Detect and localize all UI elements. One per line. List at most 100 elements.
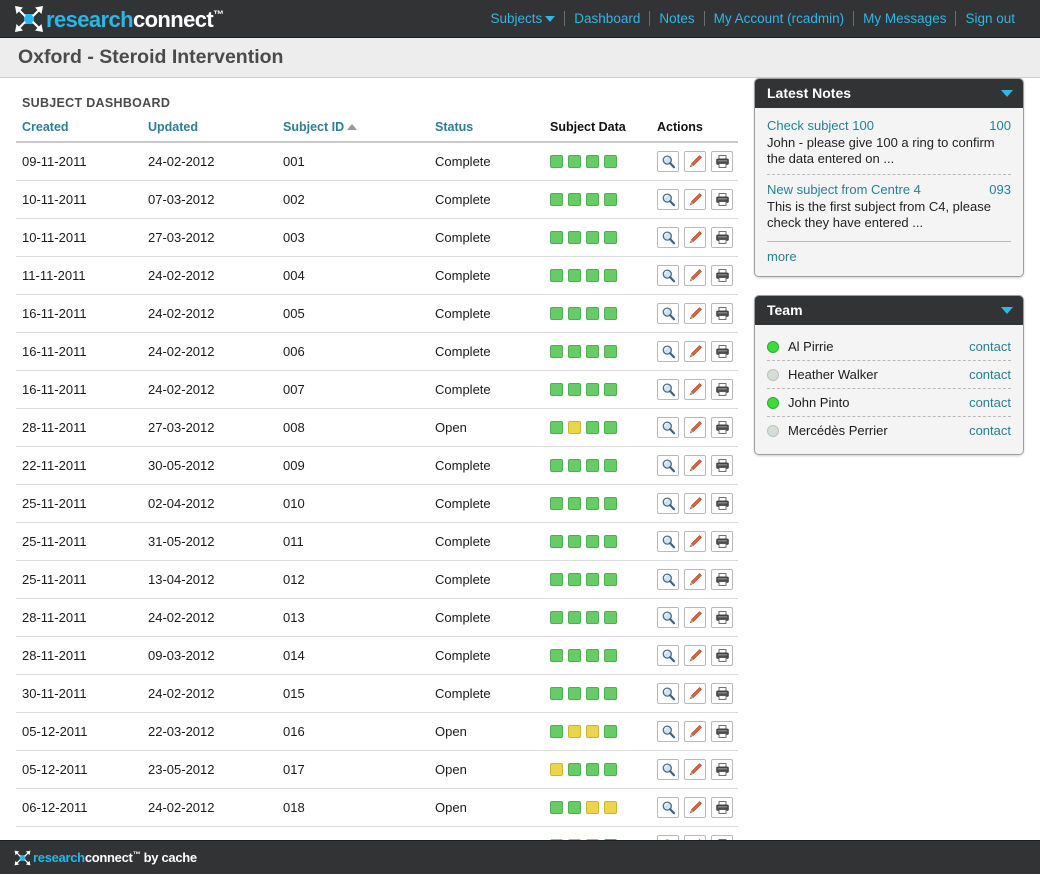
sort-link-updated[interactable]: Updated — [148, 120, 198, 134]
edit-subject-button[interactable] — [684, 189, 706, 210]
edit-subject-button[interactable] — [684, 645, 706, 666]
view-subject-button[interactable] — [657, 189, 679, 210]
view-subject-button[interactable] — [657, 721, 679, 742]
view-subject-button[interactable] — [657, 493, 679, 514]
table-row: 10-11-2011 27-03-2012 003 Complete — [16, 218, 738, 257]
view-subject-button[interactable] — [657, 759, 679, 780]
data-status-square-1 — [550, 535, 563, 548]
cell-created: 16-11-2011 — [16, 332, 142, 371]
view-subject-button[interactable] — [657, 379, 679, 400]
sort-link-subject-id[interactable]: Subject ID — [283, 120, 358, 134]
table-row: 30-11-2011 24-02-2012 015 Complete — [16, 674, 738, 713]
edit-subject-button[interactable] — [684, 607, 706, 628]
print-subject-button[interactable] — [711, 645, 733, 666]
contact-member-link[interactable]: contact — [969, 339, 1011, 354]
chevron-down-icon[interactable] — [1001, 89, 1013, 97]
cell-actions — [651, 142, 738, 181]
view-magnifier-icon — [661, 724, 676, 739]
print-subject-button[interactable] — [711, 265, 733, 286]
view-subject-button[interactable] — [657, 683, 679, 704]
print-subject-button[interactable] — [711, 303, 733, 324]
print-subject-button[interactable] — [711, 379, 733, 400]
nav-item-my-messages[interactable]: My Messages — [854, 11, 955, 26]
view-subject-button[interactable] — [657, 417, 679, 438]
edit-subject-button[interactable] — [684, 303, 706, 324]
cell-actions — [651, 750, 738, 789]
print-subject-button[interactable] — [711, 797, 733, 818]
converging-arrows-logo-icon — [14, 850, 31, 865]
view-subject-button[interactable] — [657, 303, 679, 324]
notes-more-link[interactable]: more — [767, 249, 797, 264]
edit-subject-button[interactable] — [684, 683, 706, 704]
print-subject-button[interactable] — [711, 531, 733, 552]
edit-subject-button[interactable] — [684, 227, 706, 248]
print-subject-button[interactable] — [711, 417, 733, 438]
row-action-buttons — [657, 265, 738, 286]
cell-subject-id: 006 — [277, 332, 429, 371]
cell-updated: 30-05-2012 — [142, 446, 277, 485]
edit-subject-button[interactable] — [684, 341, 706, 362]
edit-subject-button[interactable] — [684, 455, 706, 476]
edit-subject-button[interactable] — [684, 493, 706, 514]
view-magnifier-icon — [661, 648, 676, 663]
print-subject-button[interactable] — [711, 607, 733, 628]
cell-subject-data — [544, 788, 651, 827]
data-status-square-1 — [550, 725, 563, 738]
print-subject-button[interactable] — [711, 341, 733, 362]
contact-member-link[interactable]: contact — [969, 395, 1011, 410]
edit-subject-button[interactable] — [684, 417, 706, 438]
view-subject-button[interactable] — [657, 227, 679, 248]
contact-member-link[interactable]: contact — [969, 423, 1011, 438]
view-subject-button[interactable] — [657, 645, 679, 666]
print-subject-button[interactable] — [711, 493, 733, 514]
edit-subject-button[interactable] — [684, 797, 706, 818]
chevron-down-icon[interactable] — [1001, 306, 1013, 314]
table-row: 16-11-2011 24-02-2012 006 Complete — [16, 332, 738, 371]
view-subject-button[interactable] — [657, 151, 679, 172]
view-subject-button[interactable] — [657, 455, 679, 476]
cell-created: 28-11-2011 — [16, 636, 142, 675]
print-subject-button[interactable] — [711, 227, 733, 248]
edit-subject-button[interactable] — [684, 151, 706, 172]
print-subject-button[interactable] — [711, 569, 733, 590]
nav-item-notes[interactable]: Notes — [650, 11, 703, 26]
brand-logo[interactable]: researchconnect™ — [14, 5, 224, 33]
print-printer-icon — [715, 420, 730, 435]
print-subject-button[interactable] — [711, 721, 733, 742]
cell-status: Complete — [429, 142, 544, 181]
cell-updated: 27-03-2012 — [142, 218, 277, 257]
nav-item-subjects[interactable]: Subjects — [482, 11, 565, 26]
edit-subject-button[interactable] — [684, 265, 706, 286]
view-subject-button[interactable] — [657, 569, 679, 590]
view-subject-button[interactable] — [657, 531, 679, 552]
edit-pencil-icon — [688, 572, 703, 587]
edit-subject-button[interactable] — [684, 569, 706, 590]
sort-link-status[interactable]: Status — [435, 120, 473, 134]
nav-item-dashboard[interactable]: Dashboard — [565, 11, 649, 26]
view-subject-button[interactable] — [657, 797, 679, 818]
cell-subject-id: 011 — [277, 522, 429, 561]
print-subject-button[interactable] — [711, 759, 733, 780]
contact-member-link[interactable]: contact — [969, 367, 1011, 382]
table-row: 11-11-2011 24-02-2012 004 Complete — [16, 256, 738, 295]
view-subject-button[interactable] — [657, 265, 679, 286]
view-subject-button[interactable] — [657, 607, 679, 628]
data-status-square-2 — [568, 611, 581, 624]
note-title-link[interactable]: New subject from Centre 4 — [767, 182, 921, 197]
note-title-link[interactable]: Check subject 100 — [767, 118, 874, 133]
cell-status: Complete — [429, 560, 544, 599]
print-subject-button[interactable] — [711, 189, 733, 210]
nav-item-my-account[interactable]: My Account (rcadmin) — [705, 11, 854, 26]
top-navigation-bar: researchconnect™ Subjects Dashboard Note… — [0, 0, 1040, 38]
view-subject-button[interactable] — [657, 341, 679, 362]
sort-link-created[interactable]: Created — [22, 120, 69, 134]
edit-subject-button[interactable] — [684, 721, 706, 742]
footer-wordmark: researchconnect™ by cache — [33, 850, 197, 865]
print-subject-button[interactable] — [711, 455, 733, 476]
nav-item-sign-out[interactable]: Sign out — [956, 11, 1024, 26]
print-subject-button[interactable] — [711, 683, 733, 704]
edit-subject-button[interactable] — [684, 759, 706, 780]
edit-subject-button[interactable] — [684, 379, 706, 400]
print-subject-button[interactable] — [711, 151, 733, 172]
edit-subject-button[interactable] — [684, 531, 706, 552]
